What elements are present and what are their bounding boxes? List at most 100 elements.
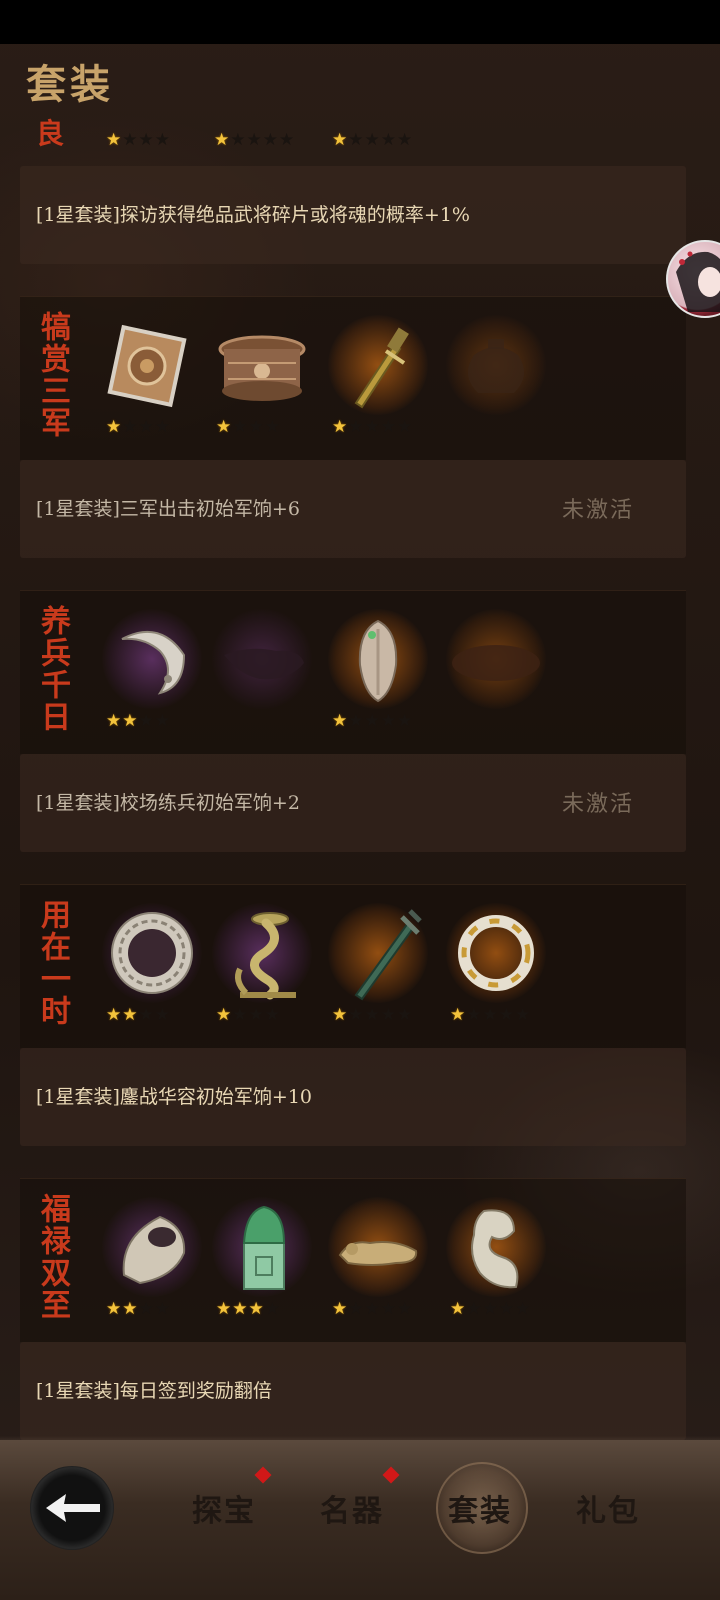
star-filled-icon: ★ (106, 1299, 123, 1319)
item-stars: ★★★★ (216, 1299, 281, 1319)
star-empty-icon: ★ (279, 130, 296, 150)
star-filled-icon: ★ (332, 130, 349, 150)
star-empty-icon: ★ (154, 711, 171, 731)
bronze-sword-icon (354, 909, 422, 1001)
star-empty-icon: ★ (230, 130, 247, 150)
star-empty-icon: ★ (397, 417, 414, 437)
item-slot[interactable]: ★★★★★ (326, 315, 430, 437)
item-stars: ★★★★ (216, 1005, 281, 1025)
star-empty-icon: ★ (138, 417, 155, 437)
star-empty-icon: ★ (232, 1005, 249, 1025)
star-empty-icon: ★ (364, 1299, 381, 1319)
item-slot[interactable]: ★★★★★ (444, 903, 548, 1025)
item-slot[interactable]: ★★★★★ (326, 1197, 430, 1319)
star-empty-icon: ★ (348, 711, 365, 731)
item-stars: ★★★★ (216, 417, 281, 437)
item-slot[interactable]: ★★★★★ (326, 903, 430, 1025)
star-empty-icon: ★ (466, 1299, 483, 1319)
star-empty-icon: ★ (264, 417, 281, 437)
star-empty-icon: ★ (380, 130, 397, 150)
star-empty-icon: ★ (138, 711, 155, 731)
star-empty-icon: ★ (515, 1005, 532, 1025)
star-empty-icon: ★ (154, 1005, 171, 1025)
jade-gold-bracelet-icon (458, 915, 534, 991)
item-slot[interactable]: ★★★★ (210, 1197, 314, 1319)
star-filled-icon: ★ (122, 1005, 139, 1025)
star-filled-icon: ★ (216, 1005, 233, 1025)
star-empty-icon: ★ (138, 130, 155, 150)
star-empty-icon: ★ (348, 417, 365, 437)
star-empty-icon: ★ (154, 417, 171, 437)
item-stars: ★★★★★ (332, 1299, 413, 1319)
star-empty-icon: ★ (122, 130, 139, 150)
star-empty-icon: ★ (138, 1005, 155, 1025)
effect-text: [1星套装]三军出击初始军饷+6 (36, 498, 300, 520)
star-empty-icon: ★ (482, 1299, 499, 1319)
item-stars: ★★★★★ (332, 1005, 413, 1025)
item-slot[interactable]: ★★★★ (100, 1197, 204, 1319)
star-filled-icon: ★ (106, 711, 123, 731)
item-stars: ★★★★★ (450, 1299, 531, 1319)
star-filled-icon: ★ (450, 1005, 467, 1025)
star-empty-icon: ★ (348, 1005, 365, 1025)
status-inactive: 未激活 (561, 498, 634, 523)
item-slot[interactable]: ★★★★ (100, 903, 204, 1025)
star-empty-icon: ★ (380, 1005, 397, 1025)
tab-treasure-hunt[interactable]: 探宝 (192, 1486, 256, 1530)
tab-gift-pack[interactable]: 礼包 (576, 1486, 640, 1530)
item-slot[interactable]: ★★★★ (100, 609, 204, 731)
set-panel-4: 福禄双至 ★★★★ ★★★★ ★★★★★ ★★★★★ (20, 1178, 686, 1342)
star-filled-icon: ★ (106, 1005, 123, 1025)
star-filled-icon: ★ (232, 1299, 249, 1319)
star-filled-icon: ★ (106, 417, 123, 437)
star-filled-icon: ★ (332, 417, 349, 437)
item-slot[interactable]: ★★★★ (210, 903, 314, 1025)
locked-relic-icon (224, 648, 304, 680)
star-empty-icon: ★ (380, 1299, 397, 1319)
star-filled-icon: ★ (332, 1299, 349, 1319)
bronze-tiger-tally-icon (338, 1241, 418, 1266)
back-button[interactable] (30, 1466, 114, 1550)
effect-text: [1星套装]探访获得绝品武将碎片或将魂的概率+1% (36, 204, 470, 226)
star-empty-icon: ★ (482, 1005, 499, 1025)
effect-box: [1星套装]校场练兵初始军饷+2 未激活 (20, 754, 686, 852)
star-empty-icon: ★ (138, 1299, 155, 1319)
item-stars: ★★★★ (106, 130, 171, 150)
tab-famous-items[interactable]: 名器 (320, 1486, 384, 1530)
star-empty-icon: ★ (364, 130, 381, 150)
star-filled-icon: ★ (122, 1299, 139, 1319)
star-empty-icon: ★ (348, 130, 365, 150)
silver-thumb-ring-icon (122, 1215, 186, 1285)
star-filled-icon: ★ (216, 417, 233, 437)
star-filled-icon: ★ (248, 1299, 265, 1319)
set-name: 犒赏三军 (35, 311, 70, 439)
set-name-partial: 良 (36, 117, 65, 150)
item-stars: ★★★★ (106, 417, 171, 437)
effect-text: [1星套装]校场练兵初始军饷+2 (36, 792, 300, 814)
set-name: 用在一时 (35, 899, 70, 1027)
effect-box: [1星套装]三军出击初始军饷+6 未激活 (20, 460, 686, 558)
star-empty-icon: ★ (364, 711, 381, 731)
star-empty-icon: ★ (264, 1299, 281, 1319)
item-slot[interactable]: ★★★★ (210, 315, 314, 437)
star-filled-icon: ★ (106, 130, 123, 150)
star-empty-icon: ★ (380, 711, 397, 731)
item-slot[interactable] (210, 609, 314, 729)
star-empty-icon: ★ (264, 1005, 281, 1025)
item-slot[interactable] (444, 609, 548, 729)
star-filled-icon: ★ (332, 711, 349, 731)
bronze-dragon-lamp-icon (235, 912, 296, 1000)
bronze-drum-base-icon (218, 335, 306, 401)
status-bar (0, 0, 720, 44)
star-filled-icon: ★ (450, 1299, 467, 1319)
item-slot[interactable] (444, 315, 548, 435)
star-empty-icon: ★ (248, 1005, 265, 1025)
star-empty-icon: ★ (246, 130, 263, 150)
item-stars: ★★★★ (106, 1299, 171, 1319)
item-slot[interactable]: ★★★★★ (326, 609, 430, 731)
star-empty-icon: ★ (364, 417, 381, 437)
item-slot[interactable]: ★★★★★ (444, 1197, 548, 1319)
bronze-dagger-icon (354, 327, 409, 409)
tab-sets[interactable]: 套装 (448, 1486, 512, 1530)
item-slot[interactable]: ★★★★ (100, 315, 204, 437)
